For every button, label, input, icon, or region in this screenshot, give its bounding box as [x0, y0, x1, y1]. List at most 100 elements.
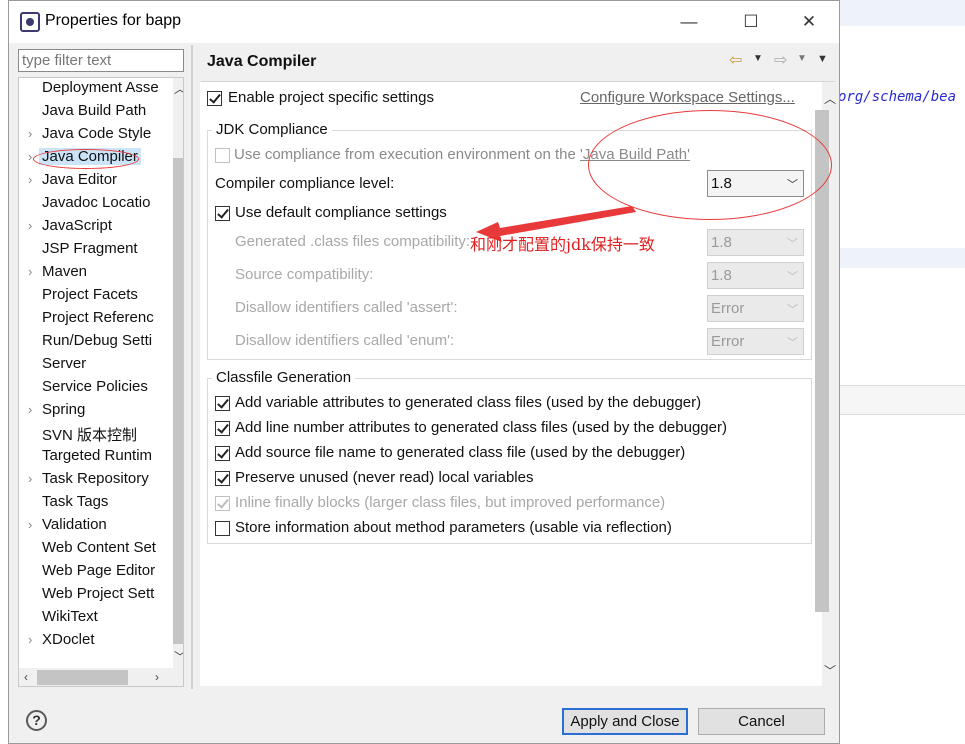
apply-and-close-button[interactable]: Apply and Close — [562, 708, 688, 735]
tree-item-label: Spring — [42, 401, 86, 418]
generated-class-select[interactable]: 1.8 ﹀ — [707, 229, 804, 256]
tree-item-label: JavaScript — [42, 217, 113, 234]
bg-editor-band — [840, 248, 965, 268]
expand-arrow-icon[interactable]: › — [28, 172, 32, 187]
classfile-option-label: Add line number attributes to generated … — [235, 419, 727, 436]
expand-arrow-icon[interactable]: › — [28, 517, 32, 532]
expand-arrow-icon[interactable]: › — [28, 402, 32, 417]
assert-value: Error — [711, 300, 745, 317]
pane-sash[interactable] — [191, 45, 193, 689]
page-title: Java Compiler — [207, 53, 317, 70]
expand-arrow-icon[interactable]: › — [28, 632, 32, 647]
expand-arrow-icon[interactable]: › — [28, 149, 32, 164]
classfile-generation-title: Classfile Generation — [212, 369, 356, 386]
classfile-option-checkbox[interactable] — [215, 471, 230, 486]
chevron-down-icon: ﹀ — [787, 238, 798, 250]
expand-arrow-icon[interactable]: › — [28, 264, 32, 279]
scroll-up-icon[interactable]: ︿ — [174, 80, 183, 97]
expand-arrow-icon[interactable]: › — [28, 218, 32, 233]
scroll-down-icon[interactable]: ﹀ — [824, 662, 836, 679]
annotation-ellipse — [588, 110, 832, 220]
tree-item-label: XDoclet — [42, 631, 95, 648]
bg-code-fragment: org/schema/bea — [838, 89, 957, 105]
chevron-down-icon: ﹀ — [787, 271, 798, 283]
enum-label: Disallow identifiers called 'enum': — [235, 332, 455, 349]
enable-project-specific-label: Enable project specific settings — [228, 89, 434, 106]
annotation-small-ellipse — [33, 149, 139, 169]
tree-item-label: Java Build Path — [42, 102, 147, 119]
help-icon[interactable]: ? — [26, 710, 47, 731]
generated-class-value: 1.8 — [711, 234, 732, 251]
scroll-up-icon[interactable]: ︿ — [824, 90, 836, 107]
tree-item-label: Javadoc Locatio — [42, 194, 151, 211]
tree-item-label: Validation — [42, 516, 107, 533]
forward-arrow-icon[interactable]: ⇨ — [774, 50, 787, 70]
minimize-button[interactable]: — — [669, 9, 709, 35]
bg-editor-band — [840, 0, 965, 26]
classfile-option-label: Preserve unused (never read) local varia… — [235, 469, 534, 486]
bg-editor-band — [840, 385, 965, 415]
tree-item-label: WikiText — [42, 608, 98, 625]
window-title: Properties for bapp — [45, 12, 182, 29]
classfile-option-label: Store information about method parameter… — [235, 519, 672, 536]
tree-item-label: Java Code Style — [42, 125, 152, 142]
classfile-option-checkbox[interactable] — [215, 496, 230, 511]
maximize-button[interactable]: ☐ — [731, 9, 771, 35]
enum-value: Error — [711, 333, 745, 350]
tree-item-label: Run/Debug Setti — [42, 332, 153, 349]
classfile-option-checkbox[interactable] — [215, 521, 230, 536]
classfile-option-checkbox[interactable] — [215, 421, 230, 436]
scroll-left-icon[interactable]: ‹ — [24, 670, 28, 684]
use-default-compliance-checkbox[interactable] — [215, 206, 230, 221]
chevron-down-icon: ﹀ — [787, 337, 798, 349]
back-arrow-icon[interactable]: ⇦ — [729, 50, 742, 70]
classfile-option-checkbox[interactable] — [215, 446, 230, 461]
classfile-option-checkbox[interactable] — [215, 396, 230, 411]
filter-input[interactable] — [18, 49, 184, 72]
source-compat-label: Source compatibility: — [235, 266, 374, 283]
source-compat-value: 1.8 — [711, 267, 732, 284]
tree-item-label: Deployment Asse — [42, 79, 159, 96]
tree-item-label: Task Tags — [42, 493, 109, 510]
tree-item-label: Service Policies — [42, 378, 148, 395]
classfile-option-label: Add variable attributes to generated cla… — [235, 394, 702, 411]
tree-item-label: Web Content Set — [42, 539, 156, 556]
tree-item-label: Java Editor — [42, 171, 118, 188]
app-icon — [20, 12, 40, 32]
jdk-compliance-title: JDK Compliance — [212, 121, 332, 138]
title-bar[interactable]: Properties for bapp — ☐ ✕ — [9, 1, 839, 43]
back-dropdown-icon[interactable]: ▼ — [753, 53, 763, 64]
tree-vertical-scroll-thumb[interactable] — [173, 158, 183, 644]
enable-project-specific-checkbox[interactable] — [207, 91, 222, 106]
use-ee-compliance-checkbox[interactable] — [215, 148, 230, 163]
tree-item-label: JSP Fragment — [42, 240, 138, 257]
classfile-option-label: Inline finally blocks (larger class file… — [235, 494, 666, 511]
expand-arrow-icon[interactable]: › — [28, 471, 32, 486]
expand-arrow-icon[interactable]: › — [28, 126, 32, 141]
use-ee-compliance-text: Use compliance from execution environmen… — [234, 146, 581, 163]
tree-item-label: Project Referenc — [42, 309, 154, 326]
tree-item-label: Task Repository — [42, 470, 149, 487]
tree-horizontal-scroll-thumb[interactable] — [37, 670, 128, 685]
assert-select[interactable]: Error ﹀ — [707, 295, 804, 322]
chevron-down-icon: ﹀ — [787, 304, 798, 316]
annotation-text: 和刚才配置的jdk保持一致 — [470, 235, 655, 254]
tree-item-label: Maven — [42, 263, 88, 280]
scroll-right-icon[interactable]: › — [155, 670, 159, 684]
tree-item-label: Server — [42, 355, 87, 372]
scroll-down-icon[interactable]: ﹀ — [174, 648, 183, 665]
tree-item-label: Web Project Sett — [42, 585, 155, 602]
assert-label: Disallow identifiers called 'assert': — [235, 299, 458, 316]
configure-workspace-link[interactable]: Configure Workspace Settings... — [580, 89, 795, 106]
generated-class-label: Generated .class files compatibility: — [235, 233, 471, 250]
tree-item-label: SVN 版本控制 — [42, 427, 138, 444]
use-default-compliance-label: Use default compliance settings — [235, 204, 447, 221]
close-button[interactable]: ✕ — [789, 9, 829, 35]
classfile-option-label: Add source file name to generated class … — [235, 444, 686, 461]
tree-item-label: Targeted Runtim — [42, 447, 153, 464]
source-compat-select[interactable]: 1.8 ﹀ — [707, 262, 804, 289]
enum-select[interactable]: Error ﹀ — [707, 328, 804, 355]
cancel-button[interactable]: Cancel — [698, 708, 825, 735]
view-menu-icon[interactable]: ▼ — [817, 53, 828, 65]
forward-dropdown-icon[interactable]: ▼ — [797, 53, 807, 64]
